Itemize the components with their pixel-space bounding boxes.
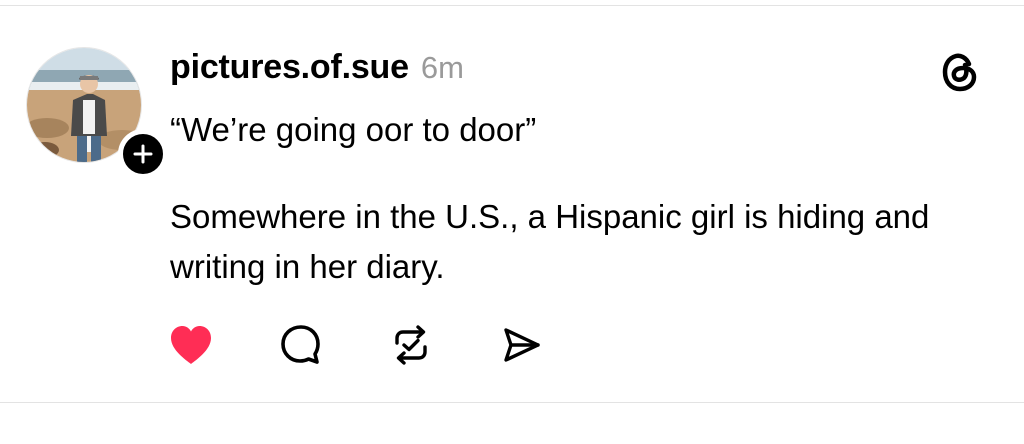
share-button[interactable] xyxy=(496,320,546,370)
like-button[interactable] xyxy=(166,320,216,370)
post-actions xyxy=(166,320,546,370)
follow-button[interactable] xyxy=(118,129,168,179)
send-icon xyxy=(504,328,540,362)
threads-logo-icon xyxy=(942,53,977,92)
thread-post[interactable]: pictures.of.sue 6m “We’re going oor to d… xyxy=(0,6,1024,402)
plus-icon xyxy=(133,144,153,164)
post-body: Somewhere in the U.S., a Hispanic girl i… xyxy=(170,198,930,285)
threads-logo-button[interactable] xyxy=(940,50,980,94)
avatar-container xyxy=(26,47,168,179)
bottom-divider xyxy=(0,402,1024,403)
threads-feed: pictures.of.sue 6m “We’re going oor to d… xyxy=(0,0,1024,444)
reply-button[interactable] xyxy=(276,320,326,370)
repost-button[interactable] xyxy=(386,320,436,370)
post-header: pictures.of.sue 6m xyxy=(170,48,464,92)
heart-icon xyxy=(171,326,211,364)
username-link[interactable]: pictures.of.sue xyxy=(170,48,409,87)
post-timestamp: 6m xyxy=(420,50,464,85)
repost-icon xyxy=(395,325,427,365)
comment-icon xyxy=(281,325,320,364)
post-quote: “We’re going oor to door” xyxy=(170,111,537,148)
